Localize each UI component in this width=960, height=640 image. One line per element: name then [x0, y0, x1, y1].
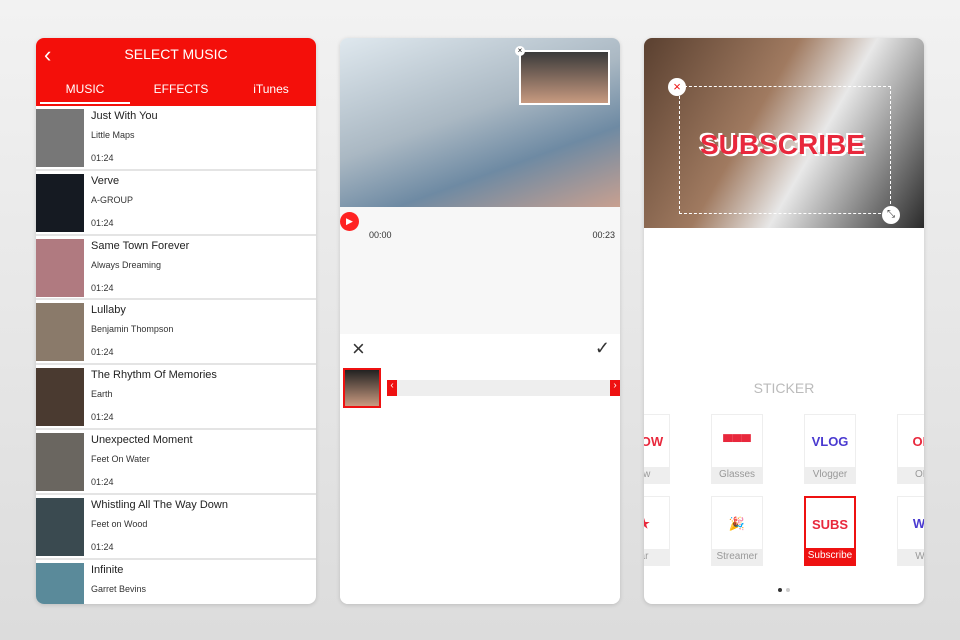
tab-itunes[interactable]: iTunes	[226, 82, 316, 104]
track-row[interactable]: Verve A-GROUP 01:24	[36, 171, 316, 236]
sticker-item[interactable]: ▀▀▀ Glasses	[711, 414, 763, 484]
play-button[interactable]: ▶	[340, 212, 359, 231]
track-title: Unexpected Moment	[91, 433, 193, 446]
sticker-art: OM	[912, 434, 924, 449]
track-artist: Little Maps	[91, 130, 135, 140]
track-artist: Garret Bevins	[91, 583, 147, 594]
track-duration: 01:24	[91, 541, 114, 552]
cancel-icon[interactable]: ×	[352, 336, 365, 362]
sticker-label: OM	[898, 467, 924, 483]
video-preview[interactable]: ×	[340, 38, 620, 207]
sticker-item[interactable]: WT WT	[897, 496, 924, 566]
track-artist: Always Dreaming	[91, 259, 162, 270]
sticker-item[interactable]: VLOG Vlogger	[804, 414, 856, 484]
sticker-label: Vlogger	[805, 467, 855, 483]
confirm-check-icon[interactable]: ✓	[595, 338, 610, 359]
sticker-label: ar	[644, 549, 669, 565]
track-artist: Feet On Water	[91, 453, 150, 464]
sticker-screen: SUBSCRIBE × ⤡ STICKER LLOW ow ▀▀▀ Glasses VL…	[644, 38, 924, 604]
pip-overlay[interactable]	[519, 50, 610, 105]
track-title: The Rhythm Of Memories	[91, 369, 217, 382]
total-time: 00:23	[592, 230, 615, 240]
track-row[interactable]: Whistling All The Way Down Feet on Wood …	[36, 495, 316, 560]
sticker-label: ow	[644, 467, 669, 483]
album-art	[36, 303, 84, 362]
track-row[interactable]: Unexpected Moment Feet On Water 01:24	[36, 430, 316, 495]
album-art	[36, 432, 84, 491]
remove-sticker-icon[interactable]: ×	[668, 78, 686, 96]
track-duration: 01:24	[91, 282, 114, 293]
sticker-item[interactable]: OM OM	[897, 414, 924, 484]
album-art	[36, 173, 84, 232]
page-dot-active	[778, 588, 782, 592]
album-art	[36, 109, 84, 167]
sticker-art: ▀▀▀	[723, 434, 751, 449]
trim-bar[interactable]: ‹ ›	[387, 380, 620, 396]
track-artist: A-GROUP	[91, 194, 134, 205]
sticker-label: Glasses	[712, 467, 762, 483]
track-row[interactable]: Same Town Forever Always Dreaming 01:24	[36, 236, 316, 301]
track-artist: Benjamin Thompson	[91, 324, 174, 335]
track-title: Just With You	[91, 110, 158, 122]
resize-handle-icon[interactable]: ⤡	[882, 206, 900, 224]
album-art	[36, 238, 84, 297]
tab-music[interactable]: MUSIC	[40, 82, 130, 104]
subscribe-sticker[interactable]: SUBSCRIBE	[700, 129, 865, 161]
sticker-art: WT	[912, 516, 924, 531]
sticker-art: SUBS	[811, 517, 849, 532]
sticker-item[interactable]: LLOW ow	[644, 414, 670, 484]
tab-effects[interactable]: EFFECTS	[136, 82, 226, 104]
track-row[interactable]: Lullaby Benjamin Thompson 01:24	[36, 300, 316, 366]
track-title: Whistling All The Way Down	[91, 498, 228, 511]
track-duration: 01:24	[91, 153, 114, 163]
track-artist: Feet on Wood	[91, 518, 148, 529]
track-row[interactable]: Just With You Little Maps 01:24	[36, 106, 316, 171]
sticker-label: WT	[898, 549, 924, 565]
album-art	[36, 497, 84, 556]
sticker-title: STICKER	[753, 380, 815, 396]
track-artist: Earth	[91, 389, 113, 400]
video-editor-screen: × ▶ 00:00 00:23 × ✓ ‹ ›	[340, 38, 620, 604]
track-title: Verve	[91, 174, 120, 187]
sticker-label: Streamer	[712, 549, 762, 565]
sticker-art: ★	[644, 507, 667, 541]
track-duration: 01:24	[91, 347, 114, 358]
sticker-item[interactable]: ★ ar	[644, 496, 670, 566]
sticker-item[interactable]: 🎉 Streamer	[711, 496, 763, 566]
sticker-art: VLOG	[811, 434, 849, 449]
track-title: Same Town Forever	[91, 239, 190, 252]
track-duration: 01:24	[91, 412, 114, 423]
sticker-art: 🎉	[728, 516, 746, 531]
track-duration: 01:24	[91, 217, 114, 228]
album-art	[36, 562, 84, 604]
track-duration: 01:24	[91, 476, 114, 487]
close-icon[interactable]: ×	[515, 46, 525, 56]
select-music-screen: ‹ SELECT MUSIC MUSIC EFFECTS iTunes Just…	[36, 38, 316, 604]
track-title: Lullaby	[91, 304, 126, 317]
page-dot	[786, 588, 790, 592]
album-art	[36, 368, 84, 427]
track-title: Infinite	[91, 563, 124, 576]
photo-preview: SUBSCRIBE × ⤡	[644, 38, 924, 228]
sticker-item[interactable]: SUBS Subscribe	[804, 496, 856, 566]
trim-left-handle[interactable]: ‹	[387, 380, 397, 396]
page-title: SELECT MUSIC	[124, 46, 228, 62]
sticker-label: Subscribe	[806, 548, 854, 564]
sticker-art: LLOW	[644, 434, 664, 449]
clip-thumbnail[interactable]	[343, 368, 381, 408]
sticker-frame[interactable]: SUBSCRIBE	[679, 86, 891, 214]
header: ‹ SELECT MUSIC MUSIC EFFECTS iTunes	[36, 38, 316, 106]
track-row[interactable]: Infinite Garret Bevins	[36, 560, 316, 604]
trim-right-handle[interactable]: ›	[610, 380, 620, 396]
current-time: 00:00	[369, 230, 392, 240]
track-row[interactable]: The Rhythm Of Memories Earth 01:24	[36, 365, 316, 430]
